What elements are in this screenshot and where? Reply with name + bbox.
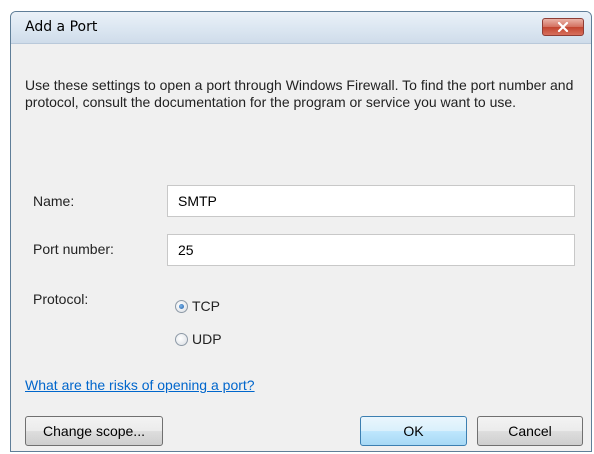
udp-label: UDP bbox=[192, 331, 222, 347]
radio-unchecked-icon bbox=[175, 332, 188, 346]
tcp-label: TCP bbox=[192, 298, 220, 314]
change-scope-button[interactable]: Change scope... bbox=[25, 416, 163, 446]
cancel-button[interactable]: Cancel bbox=[477, 416, 583, 446]
title-bar: Add a Port bbox=[11, 12, 591, 44]
name-field[interactable]: SMTP bbox=[167, 185, 575, 217]
ok-button[interactable]: OK bbox=[360, 416, 467, 446]
dialog-body: Use these settings to open a port throug… bbox=[11, 45, 591, 451]
port-number-field[interactable]: 25 bbox=[167, 234, 575, 266]
protocol-label: Protocol: bbox=[33, 291, 89, 307]
radio-checked-icon bbox=[175, 299, 188, 313]
description-text: Use these settings to open a port throug… bbox=[25, 77, 574, 110]
protocol-tcp-radio[interactable]: TCP bbox=[175, 298, 220, 314]
dialog-title: Add a Port bbox=[25, 19, 98, 35]
add-port-dialog: Add a Port Use these settings to open a … bbox=[10, 11, 592, 452]
port-number-label: Port number: bbox=[33, 241, 114, 257]
name-label: Name: bbox=[33, 193, 75, 209]
close-icon bbox=[557, 22, 569, 32]
port-risks-link[interactable]: What are the risks of opening a port? bbox=[25, 377, 255, 393]
protocol-udp-radio[interactable]: UDP bbox=[175, 331, 222, 347]
close-button[interactable] bbox=[542, 18, 584, 36]
